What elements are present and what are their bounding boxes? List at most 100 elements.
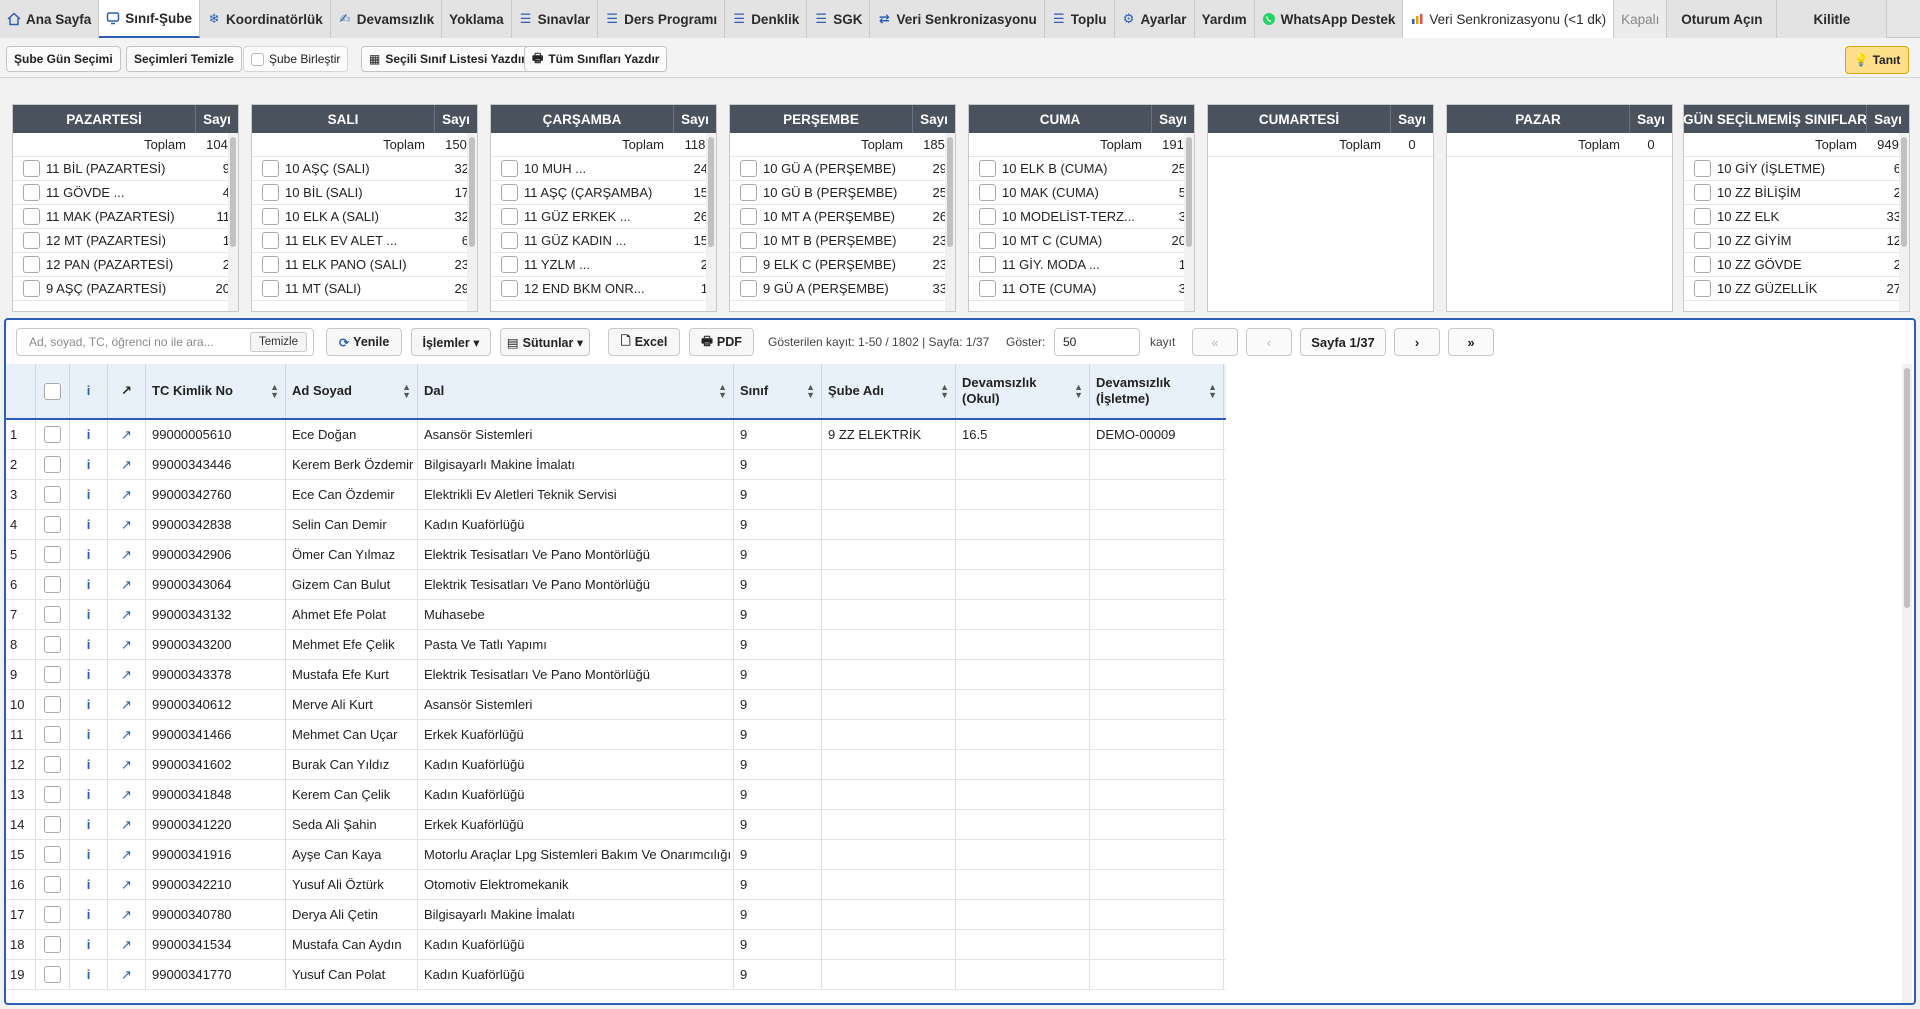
row-checkbox[interactable] [44,636,61,653]
class-row[interactable]: 10 GİY (İŞLETME) 6 [1684,157,1909,181]
tum-siniflari-yazdir-button[interactable]: 🖶 Tüm Sınıfları Yazdır [524,46,668,72]
class-row[interactable]: 11 GÜZ ERKEK ... 26 [491,205,716,229]
table-row[interactable]: 7 i ↗ 99000343132 Ahmet Efe Polat Muhasebe 9 [6,600,1226,630]
class-row[interactable]: 9 GÜ A (PERŞEMBE) 33 [730,277,955,301]
info-icon[interactable]: i [70,540,108,569]
class-row[interactable]: 10 BİL (SALI) 17 [252,181,477,205]
row-select-cell[interactable] [36,930,70,959]
class-checkbox[interactable] [501,208,518,225]
open-link-icon[interactable]: ↗ [108,630,146,659]
class-checkbox[interactable] [979,184,996,201]
table-row[interactable]: 12 i ↗ 99000341602 Burak Can Yıldız Kadın Kua… [6,750,1226,780]
row-checkbox[interactable] [44,726,61,743]
open-link-icon[interactable]: ↗ [108,570,146,599]
class-checkbox[interactable] [501,256,518,273]
open-link-icon[interactable]: ↗ [108,810,146,839]
table-row[interactable]: 17 i ↗ 99000340780 Derya Ali Çetin Bilgisayar… [6,900,1226,930]
secili-sinif-yazdir-button[interactable]: ▦ Seçili Sınıf Listesi Yazdır [361,46,534,72]
class-row[interactable]: 11 GÜZ KADIN ... 15 [491,229,716,253]
panel-scrollbar[interactable] [945,133,955,311]
row-checkbox[interactable] [44,846,61,863]
tab-kapali[interactable]: Kapalı [1614,0,1668,38]
class-checkbox[interactable] [979,232,996,249]
row-select-cell[interactable] [36,780,70,809]
class-row[interactable]: 10 MT C (CUMA) 20 [969,229,1194,253]
tc-column-header[interactable]: TC Kimlik No ▲ ▼ [146,364,286,418]
tab-oturum-acin[interactable]: Oturum Açın [1667,0,1778,38]
class-row[interactable]: 10 MODELİST-TERZ... 3 [969,205,1194,229]
open-link-icon[interactable]: ↗ [108,780,146,809]
table-row[interactable]: 9 i ↗ 99000343378 Mustafa Efe Kurt Elektrik T… [6,660,1226,690]
info-icon[interactable]: i [70,570,108,599]
grid-scrollbar[interactable] [1902,364,1912,1003]
class-checkbox[interactable] [979,208,996,225]
row-select-cell[interactable] [36,540,70,569]
tab-yoklama[interactable]: Yoklama [442,0,512,38]
row-select-cell[interactable] [36,510,70,539]
class-row[interactable]: 11 ELK EV ALET ... 6 [252,229,477,253]
row-select-cell[interactable] [36,420,70,449]
class-row[interactable]: 9 AŞÇ (PAZARTESİ) 20 [13,277,238,301]
info-icon[interactable]: i [70,960,108,989]
class-row[interactable]: 11 AŞÇ (ÇARŞAMBA) 15 [491,181,716,205]
class-row[interactable]: 12 MT (PAZARTESİ) 1 [13,229,238,253]
row-select-cell[interactable] [36,450,70,479]
info-icon[interactable]: i [70,810,108,839]
dal-column-header[interactable]: Dal ▲ ▼ [418,364,734,418]
sort-icon[interactable]: ▲ ▼ [718,383,727,400]
info-icon[interactable]: i [70,630,108,659]
prev-page-button[interactable]: ‹ [1246,328,1292,356]
class-row[interactable]: 10 GÜ A (PERŞEMBE) 29 [730,157,955,181]
row-checkbox[interactable] [44,426,61,443]
tanit-button[interactable]: 💡 Tanıt [1845,46,1909,74]
row-checkbox[interactable] [44,666,61,683]
sort-icon[interactable]: ▲ ▼ [1208,383,1217,400]
class-row[interactable]: 12 END BKM ONR... 1 [491,277,716,301]
tab-koordinatorluk[interactable]: ❄ Koordinatörlük [200,0,331,38]
info-icon[interactable]: i [70,780,108,809]
sube-adi-column-header[interactable]: Şube Adı ▲ ▼ [822,364,956,418]
next-page-button[interactable]: › [1394,328,1440,356]
class-checkbox[interactable] [979,160,996,177]
panel-scrollbar[interactable] [1184,133,1194,311]
class-row[interactable]: 10 GÜ B (PERŞEMBE) 25 [730,181,955,205]
table-row[interactable]: 10 i ↗ 99000340612 Merve Ali Kurt Asansör Sis… [6,690,1226,720]
info-icon[interactable]: i [70,480,108,509]
class-row[interactable]: 10 ZZ GÖVDE 2 [1684,253,1909,277]
class-checkbox[interactable] [23,280,40,297]
table-row[interactable]: 11 i ↗ 99000341466 Mehmet Can Uçar Erkek Kuaf… [6,720,1226,750]
class-row[interactable]: 10 ELK B (CUMA) 25 [969,157,1194,181]
row-select-cell[interactable] [36,840,70,869]
info-icon[interactable]: i [70,750,108,779]
row-checkbox[interactable] [44,486,61,503]
table-row[interactable]: 1 i ↗ 99000005610 Ece Doğan Asansör Sistemler… [6,420,1226,450]
row-select-cell[interactable] [36,960,70,989]
table-row[interactable]: 16 i ↗ 99000342210 Yusuf Ali Öztürk Otomotiv … [6,870,1226,900]
info-icon[interactable]: i [70,690,108,719]
class-checkbox[interactable] [501,232,518,249]
class-row[interactable]: 11 GİY. MODA ... 1 [969,253,1194,277]
devamsizlik-isletme-column-header[interactable]: Devamsızlık (İşletme) ▲ ▼ [1090,364,1224,418]
class-checkbox[interactable] [740,232,757,249]
sort-icon[interactable]: ▲ ▼ [270,383,279,400]
class-checkbox[interactable] [979,256,996,273]
tab-kilitle[interactable]: Kilitle [1777,0,1888,38]
tab-ders-programi[interactable]: ☰ Ders Programı [598,0,726,38]
class-checkbox[interactable] [1694,256,1711,273]
yenile-button[interactable]: ⟳ Yenile [326,328,402,356]
open-link-icon[interactable]: ↗ [108,720,146,749]
page-size-input[interactable]: 50 [1054,328,1140,356]
class-checkbox[interactable] [262,184,279,201]
tab-ayarlar[interactable]: ⚙ Ayarlar [1114,0,1195,38]
class-row[interactable]: 10 ZZ GİYİM 12 [1684,229,1909,253]
class-checkbox[interactable] [1694,160,1711,177]
row-select-cell[interactable] [36,750,70,779]
open-link-icon[interactable]: ↗ [108,960,146,989]
sort-icon[interactable]: ▲ ▼ [1074,383,1083,400]
class-checkbox[interactable] [1694,184,1711,201]
pdf-button[interactable]: 🖶 PDF [689,328,754,356]
row-checkbox[interactable] [44,546,61,563]
scrollbar-thumb[interactable] [1901,137,1907,247]
row-checkbox[interactable] [44,876,61,893]
row-select-cell[interactable] [36,900,70,929]
